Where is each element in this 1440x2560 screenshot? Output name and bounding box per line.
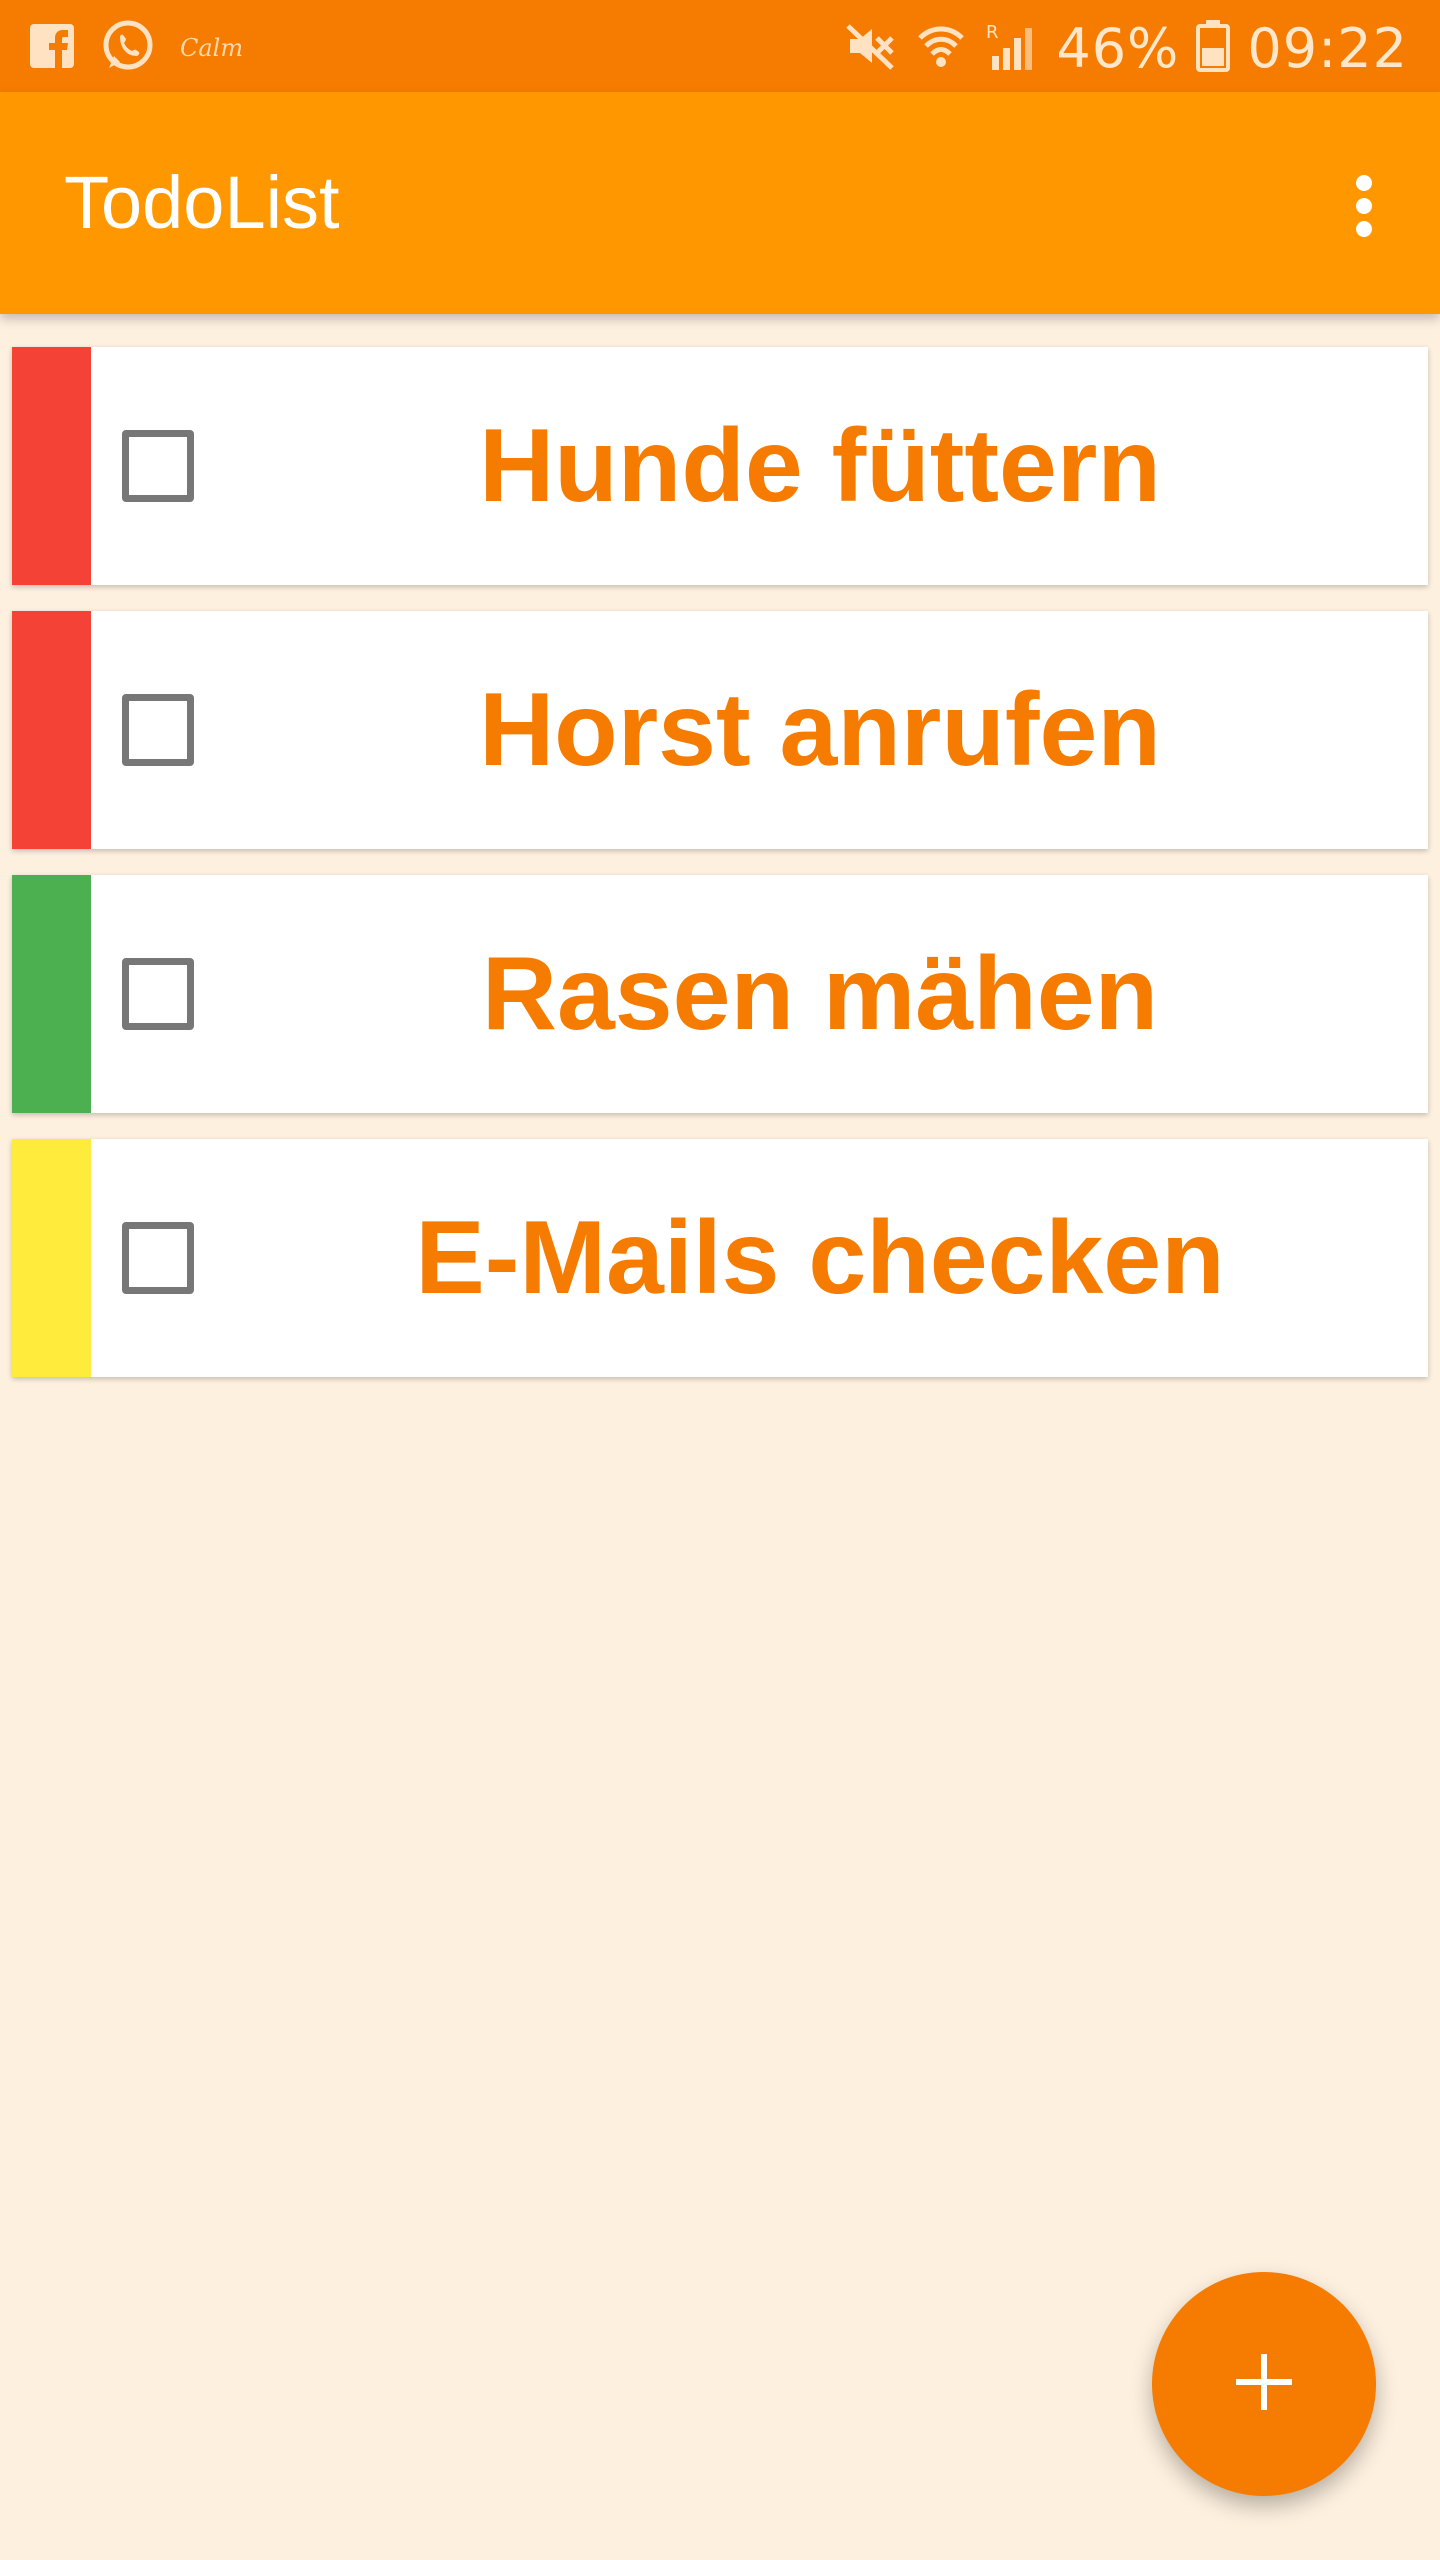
todo-title: Horst anrufen xyxy=(479,671,1161,788)
more-vert-icon xyxy=(1352,173,1376,244)
whatsapp-icon xyxy=(100,18,156,79)
todo-checkbox[interactable] xyxy=(122,694,194,766)
todo-title: Rasen mähen xyxy=(481,935,1159,1052)
todo-item[interactable]: Rasen mähen xyxy=(12,875,1428,1113)
system-status: R 46% 09:22 xyxy=(842,16,1408,80)
add-todo-button[interactable] xyxy=(1152,2272,1376,2496)
todo-checkbox[interactable] xyxy=(122,958,194,1030)
app-title: TodoList xyxy=(64,161,340,244)
svg-text:R: R xyxy=(986,22,999,43)
todo-checkbox[interactable] xyxy=(122,1222,194,1294)
battery-icon xyxy=(1195,18,1231,78)
clock: 09:22 xyxy=(1247,16,1408,80)
plus-icon xyxy=(1232,2350,1296,2419)
todo-item[interactable]: E-Mails checken xyxy=(12,1139,1428,1377)
app-bar: TodoList xyxy=(0,92,1440,314)
todo-checkbox[interactable] xyxy=(122,430,194,502)
battery-percentage: 46% xyxy=(1056,16,1180,80)
priority-indicator xyxy=(12,347,91,585)
todo-title: Hunde füttern xyxy=(479,407,1161,524)
priority-indicator xyxy=(12,875,91,1113)
todo-title: E-Mails checken xyxy=(415,1199,1225,1316)
wifi-icon xyxy=(914,18,968,78)
priority-indicator xyxy=(12,1139,91,1377)
signal-icon: R xyxy=(984,18,1040,78)
todo-list: Hunde füttern Horst anrufen Rasen mähen … xyxy=(12,347,1428,1403)
priority-indicator xyxy=(12,611,91,849)
calm-app-label: Calm xyxy=(180,34,244,62)
overflow-menu-button[interactable] xyxy=(1324,160,1404,256)
facebook-icon xyxy=(28,22,76,75)
status-bar: Calm R 46% 09:22 xyxy=(0,0,1440,92)
mute-icon xyxy=(842,18,898,78)
todo-item[interactable]: Hunde füttern xyxy=(12,347,1428,585)
notification-icons: Calm xyxy=(28,20,243,76)
todo-item[interactable]: Horst anrufen xyxy=(12,611,1428,849)
